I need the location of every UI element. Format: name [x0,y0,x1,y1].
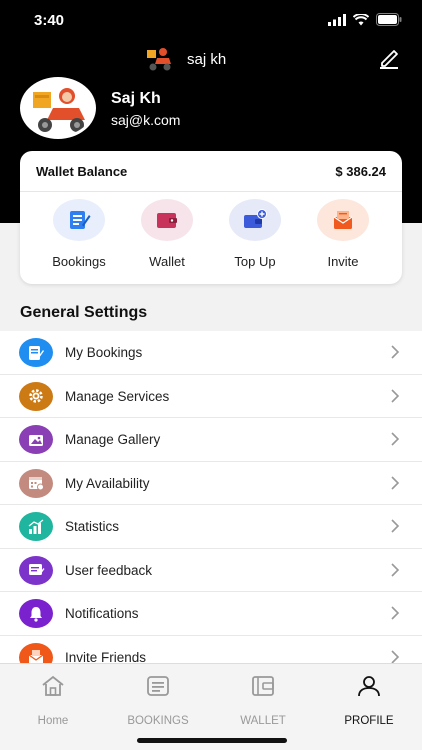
quick-action-label: Wallet [149,254,185,269]
quick-action-bookings[interactable]: Bookings [39,199,119,269]
wallet-balance-label: Wallet Balance [36,164,128,179]
settings-row-my-availability[interactable]: My Availability [0,461,422,505]
status-bar: 3:40 [0,0,422,44]
settings-list: My Bookings Manage Services Manage Galle… [0,331,422,679]
settings-row-label: My Bookings [65,345,143,360]
quick-action-label: Bookings [52,254,106,269]
quick-action-wallet[interactable]: Wallet [127,199,207,269]
divider [20,191,402,192]
settings-row-label: Statistics [65,519,120,534]
section-title: General Settings [20,304,148,321]
profile-email: saj@k.com [111,112,181,128]
avatar[interactable] [20,77,96,139]
tab-profile[interactable]: PROFILE [324,674,414,727]
courier-avatar-icon [33,88,85,132]
chevron-right-icon [391,475,400,490]
settings-row-my-bookings[interactable]: My Bookings [0,331,422,375]
quick-action-label: Invite [327,254,359,269]
chevron-right-icon [391,432,400,446]
wallet-balance-amount: $ 386.24 [335,164,386,179]
edit-icon[interactable] [376,46,402,72]
chevron-right-icon [391,606,400,620]
bell-icon [30,606,42,622]
nav-username: saj kh [187,50,227,68]
chevron-right-icon [391,345,400,359]
gear-icon [29,389,43,403]
wallet-icon [157,213,177,228]
profile-name: Saj Kh [111,90,161,107]
settings-row-label: My Availability [65,475,150,491]
courier-avatar-icon [147,48,171,71]
chevron-right-icon [391,649,400,664]
feedback-icon [29,564,45,575]
wallet-icon [252,676,274,696]
settings-row-user-feedback[interactable]: User feedback [0,548,422,592]
bookings-icon [29,345,44,360]
wallet-card: Wallet Balance $ 386.24 Bookings Wallet … [20,151,402,284]
top-nav: saj kh [0,44,422,76]
tab-bar: Home BOOKINGS WALLET PROFILE [0,663,422,750]
person-icon [358,676,380,697]
gallery-icon [29,434,43,446]
settings-row-label: Manage Gallery [65,432,161,447]
tab-label: BOOKINGS [127,715,189,727]
quick-action-top-up[interactable]: Top Up [215,199,295,269]
signal-icon [328,13,346,26]
chevron-right-icon [391,388,400,403]
top-up-icon [244,209,267,228]
chevron-right-icon [391,562,400,577]
tab-label: PROFILE [344,715,394,727]
home-icon [42,675,64,696]
settings-row-label: User feedback [65,562,153,578]
settings-row-label: Notifications [65,606,139,621]
tab-label: Home [37,715,69,727]
settings-row-label: Manage Services [65,388,170,404]
settings-row-statistics[interactable]: Statistics [0,505,422,549]
tab-home[interactable]: Home [8,674,98,727]
home-indicator [137,738,287,743]
settings-row-notifications[interactable]: Notifications [0,592,422,636]
chevron-right-icon [391,519,400,533]
bookings-icon [147,676,169,696]
quick-action-invite[interactable]: Invite [303,199,383,269]
battery-icon [376,13,402,26]
quick-action-label: Top Up [234,254,276,269]
calendar-icon [29,477,44,491]
settings-row-manage-services[interactable]: Manage Services [0,374,422,418]
status-time: 3:40 [34,12,65,29]
bar-chart-icon [28,518,44,534]
tab-wallet[interactable]: WALLET [218,674,308,727]
wifi-icon [353,13,369,25]
bookings-icon [70,211,91,229]
invite-icon [333,211,353,229]
tab-bookings[interactable]: BOOKINGS [113,674,203,727]
tab-label: WALLET [240,715,286,727]
settings-row-manage-gallery[interactable]: Manage Gallery [0,418,422,462]
